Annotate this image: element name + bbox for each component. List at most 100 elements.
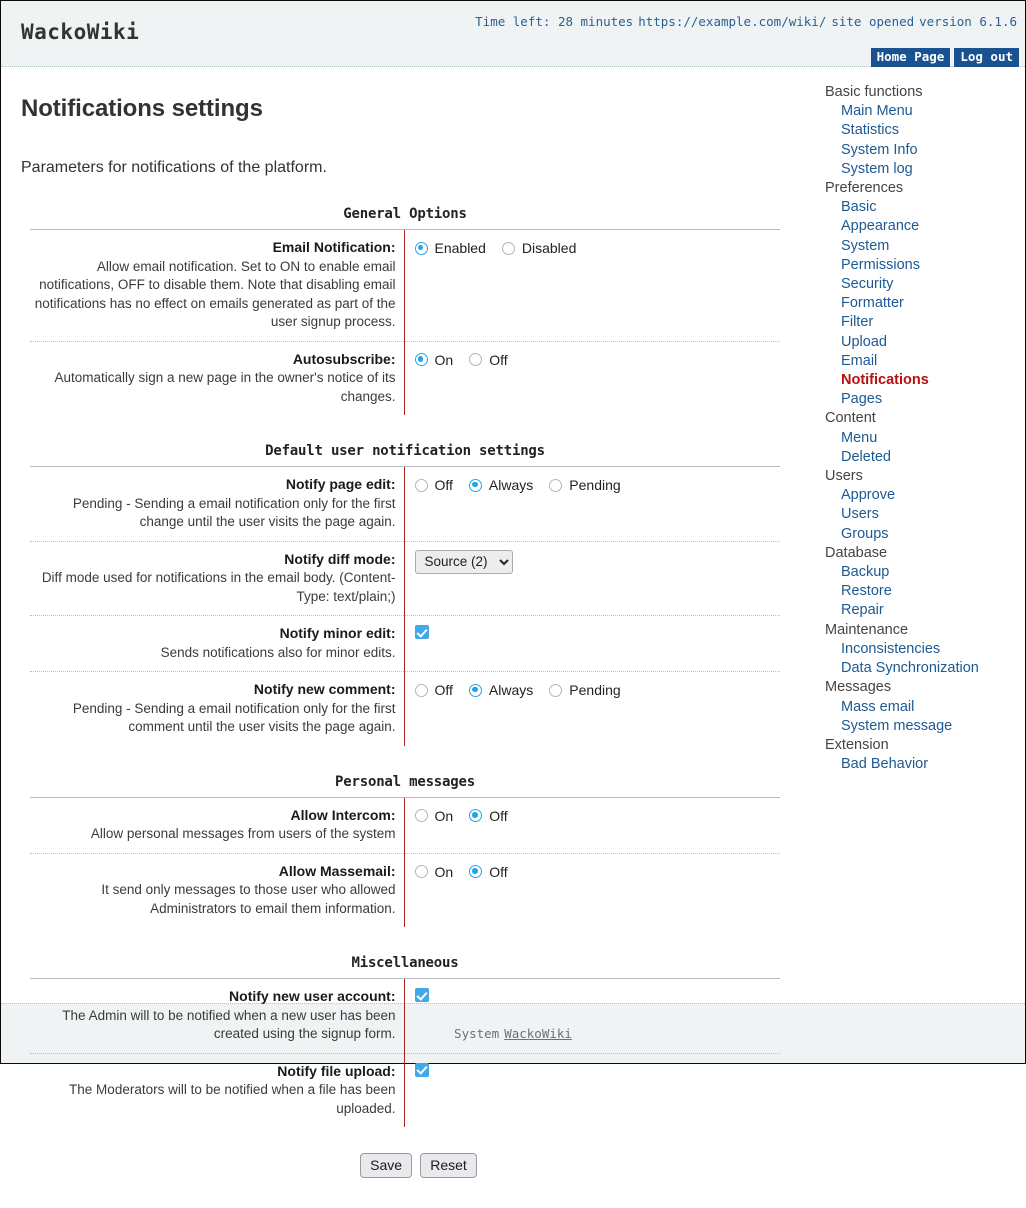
radio-button-icon[interactable] (414, 353, 428, 366)
setting-row: Notify minor edit: Sends notifications al… (30, 615, 780, 672)
log-out-button[interactable]: Log out (954, 48, 1019, 68)
setting-label-cell: Notify page edit: Pending - Sending a ema… (30, 466, 405, 542)
section-header-row: General Options (30, 203, 780, 230)
radio-button-icon[interactable] (468, 478, 482, 492)
radio-button-icon[interactable] (469, 809, 483, 822)
radio-group: On Off (414, 806, 781, 826)
site-url-text: https://example.com/wiki/ (638, 14, 827, 29)
sidebar-item-main-menu[interactable]: Main Menu (819, 102, 1025, 121)
reset-button[interactable]: Reset (420, 1153, 477, 1178)
form-actions: Save Reset (1, 1153, 807, 1178)
sidebar-item-system-message[interactable]: System message (819, 717, 1025, 736)
sidebar-item-security[interactable]: Security (819, 275, 1025, 294)
checkbox-input[interactable] (414, 988, 429, 1003)
header-buttons: Home Page Log out (870, 48, 1019, 68)
radio-option[interactable]: Off (469, 863, 508, 880)
radio-option[interactable]: On (414, 807, 454, 824)
section-title: General Options (30, 203, 780, 230)
sidebar-item-backup[interactable]: Backup (819, 563, 1025, 582)
radio-option[interactable]: On (414, 864, 453, 880)
radio-option-label: Pending (569, 682, 621, 698)
save-button[interactable]: Save (360, 1153, 413, 1178)
main-content: Notifications settings Parameters for no… (1, 67, 807, 1208)
sidebar-item-mass-email[interactable]: Mass email (819, 698, 1025, 717)
page-title: Notifications settings (21, 95, 263, 122)
radio-option[interactable]: On (414, 352, 453, 368)
sidebar-item-upload[interactable]: Upload (819, 333, 1025, 352)
sidebar-item-system-log[interactable]: System log (819, 160, 1025, 179)
sidebar-item-inconsistencies[interactable]: Inconsistencies (819, 640, 1025, 659)
radio-group: Off Always Pending (414, 475, 781, 495)
sidebar-item-statistics[interactable]: Statistics (819, 121, 1025, 140)
radio-button-icon[interactable] (549, 683, 563, 697)
section-header-row: Personal messages (30, 745, 780, 798)
sidebar-item-basic[interactable]: Basic (819, 198, 1025, 217)
radio-option[interactable]: Pending (549, 682, 621, 698)
setting-control-cell: Enabled Disabled (404, 229, 781, 342)
sidebar-item-groups[interactable]: Groups (819, 525, 1025, 544)
sidebar-item-menu[interactable]: Menu (819, 429, 1025, 448)
radio-option[interactable]: Off (414, 477, 453, 493)
sidebar-item-system-info[interactable]: System Info (819, 141, 1025, 160)
radio-option-label: Off (489, 863, 508, 880)
radio-option[interactable]: Always (468, 477, 533, 493)
sidebar-group-content: Content (825, 410, 876, 427)
setting-row: Notify new user account: The Admin will t… (30, 978, 780, 1054)
sidebar-item-filter[interactable]: Filter (819, 313, 1025, 332)
setting-row: Autosubscribe: Automatically sign a new p… (30, 341, 780, 415)
setting-description: Pending - Sending a email notification o… (72, 495, 396, 530)
radio-group: Enabled Disabled (414, 238, 781, 258)
radio-button-icon[interactable] (501, 241, 515, 255)
radio-option[interactable]: Off (469, 352, 508, 368)
radio-button-icon[interactable] (414, 241, 428, 255)
setting-control-cell: On Off (404, 341, 780, 415)
radio-option[interactable]: Off (414, 682, 453, 698)
radio-option-label: On (434, 807, 454, 824)
radio-option[interactable]: Off (469, 807, 508, 824)
sidebar-item-appearance[interactable]: Appearance (819, 217, 1025, 236)
sidebar-item-deleted[interactable]: Deleted (819, 448, 1025, 467)
sidebar-item-pages[interactable]: Pages (819, 390, 1025, 409)
setting-label: Notify new user account: (229, 988, 396, 1004)
sidebar-item-bad-behavior[interactable]: Bad Behavior (819, 755, 1025, 774)
sidebar-item-repair[interactable]: Repair (819, 601, 1025, 620)
page-intro-text: Parameters for notifications of the plat… (21, 159, 327, 176)
radio-option[interactable]: Always (468, 682, 533, 698)
radio-option[interactable]: Pending (549, 477, 621, 493)
setting-description: Sends notifications also for minor edits… (160, 644, 396, 660)
diff-mode-select[interactable]: Source (2) (414, 549, 513, 574)
sidebar-item-restore[interactable]: Restore (819, 582, 1025, 601)
sidebar-item-system[interactable]: System (819, 237, 1025, 256)
radio-button-icon[interactable] (414, 478, 428, 492)
sidebar-item-email[interactable]: Email (819, 352, 1025, 371)
body-wrapper: Basic functions Main Menu Statistics System… (1, 67, 1025, 1178)
sidebar-item-users[interactable]: Users (819, 505, 1025, 524)
radio-button-icon[interactable] (414, 809, 428, 822)
sidebar-group-preferences: Preferences (825, 180, 904, 197)
radio-button-icon[interactable] (414, 683, 428, 697)
setting-label-cell: Notify minor edit: Sends notifications al… (30, 615, 405, 672)
setting-label: Allow Intercom: (290, 806, 396, 823)
radio-button-icon[interactable] (469, 353, 483, 366)
home-page-button[interactable]: Home Page (870, 48, 951, 68)
radio-option[interactable]: Disabled (501, 240, 576, 256)
setting-description: Automatically sign a new page in the own… (54, 370, 396, 404)
checkbox-input[interactable] (414, 625, 429, 640)
setting-description: Diff mode used for notifications in the … (41, 570, 396, 604)
setting-row: Allow Massemail: It send only messages to… (30, 853, 780, 927)
radio-option[interactable]: Enabled (414, 240, 486, 256)
setting-description: Pending - Sending a email notification o… (72, 700, 396, 735)
radio-button-icon[interactable] (468, 683, 482, 697)
sidebar-item-data-synchronization[interactable]: Data Synchronization (819, 659, 1025, 678)
sidebar-item-notifications[interactable]: Notifications (819, 371, 1025, 390)
radio-button-icon[interactable] (469, 865, 483, 878)
radio-button-icon[interactable] (414, 865, 428, 878)
sidebar-item-formatter[interactable]: Formatter (819, 294, 1025, 313)
version-text: version 6.1.6 (919, 14, 1017, 29)
radio-button-icon[interactable] (549, 478, 563, 492)
sidebar-item-approve[interactable]: Approve (819, 486, 1025, 505)
radio-option-label: Off (489, 807, 508, 824)
checkbox-input[interactable] (414, 1062, 429, 1077)
time-left-text: Time left: 28 minutes (475, 14, 634, 29)
sidebar-item-permissions[interactable]: Permissions (819, 256, 1025, 275)
